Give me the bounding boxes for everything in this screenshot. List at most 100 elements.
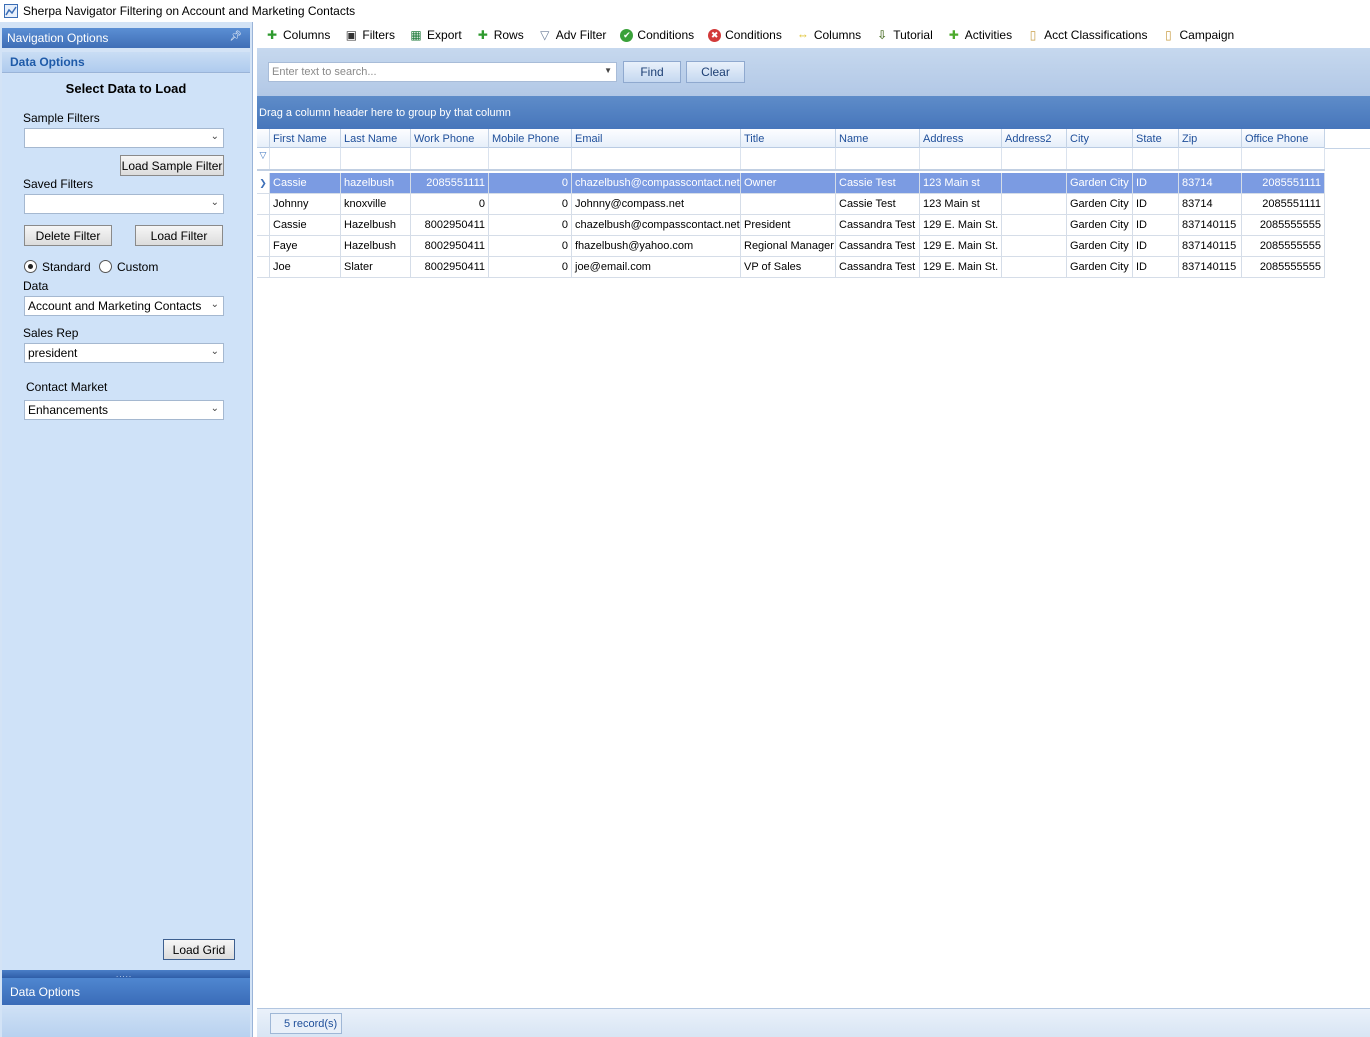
table-cell[interactable]: President <box>741 215 836 235</box>
filter-cell[interactable] <box>1242 148 1325 169</box>
column-header-email[interactable]: Email <box>572 129 741 148</box>
data-options-section-header[interactable]: Data Options <box>2 52 250 73</box>
sales-rep-dropdown[interactable]: president ⌄ <box>24 343 224 363</box>
data-dropdown[interactable]: Account and Marketing Contacts ⌄ <box>24 296 224 316</box>
table-row[interactable]: Faye Hazelbush 8002950411 0 fhazelbush@yahoo… <box>257 236 1325 257</box>
table-cell[interactable]: 2085551111 <box>1242 194 1325 214</box>
table-row[interactable]: Joe Slater 8002950411 0 joe@email.com VP of S… <box>257 257 1325 278</box>
table-cell[interactable]: Faye <box>270 236 341 256</box>
table-cell[interactable]: 83714 <box>1179 173 1242 193</box>
column-header-office-phone[interactable]: Office Phone <box>1242 129 1325 148</box>
table-cell[interactable]: Cassie Test <box>836 194 920 214</box>
table-cell[interactable]: Cassandra Test <box>836 236 920 256</box>
table-cell[interactable] <box>1002 215 1067 235</box>
saved-filters-dropdown[interactable]: ⌄ <box>24 194 224 214</box>
toolbar-activities-button[interactable]: ✚ Activities <box>939 24 1018 46</box>
table-cell[interactable]: chazelbush@compasscontact.net <box>572 215 741 235</box>
pin-icon[interactable]: 📌︎ <box>229 31 242 42</box>
column-header-zip[interactable]: Zip <box>1179 129 1242 148</box>
filter-cell[interactable] <box>1002 148 1067 169</box>
table-cell[interactable]: 129 E. Main St. <box>920 257 1002 277</box>
toolbar-tutorial-button[interactable]: ⇩ Tutorial <box>867 24 939 46</box>
load-grid-button[interactable]: Load Grid <box>163 939 235 960</box>
toolbar-acct-classifications-button[interactable]: ▯ Acct Classifications <box>1018 24 1153 46</box>
table-cell[interactable]: 8002950411 <box>411 257 489 277</box>
sample-filters-dropdown[interactable]: ⌄ <box>24 128 224 148</box>
table-cell[interactable]: 123 Main st <box>920 173 1002 193</box>
table-cell[interactable]: ID <box>1133 257 1179 277</box>
table-cell[interactable]: Joe <box>270 257 341 277</box>
table-cell[interactable]: 0 <box>489 257 572 277</box>
table-cell[interactable]: 8002950411 <box>411 215 489 235</box>
table-cell[interactable]: Regional Manager <box>741 236 836 256</box>
filter-cell[interactable] <box>1179 148 1242 169</box>
table-cell[interactable]: Hazelbush <box>341 236 411 256</box>
current-row-indicator-icon[interactable]: ❯ <box>257 173 270 193</box>
table-cell[interactable]: 2085555555 <box>1242 236 1325 256</box>
table-cell[interactable]: Garden City <box>1067 215 1133 235</box>
table-cell[interactable]: Garden City <box>1067 236 1133 256</box>
table-cell[interactable]: Cassie Test <box>836 173 920 193</box>
table-cell[interactable]: 0 <box>489 194 572 214</box>
row-indicator[interactable] <box>257 236 270 256</box>
table-cell[interactable]: Cassandra Test <box>836 215 920 235</box>
column-header-state[interactable]: State <box>1133 129 1179 148</box>
table-cell[interactable] <box>1002 257 1067 277</box>
filter-cell[interactable] <box>1133 148 1179 169</box>
table-cell[interactable]: Johnny@compass.net <box>572 194 741 214</box>
table-cell[interactable]: 129 E. Main St. <box>920 215 1002 235</box>
toolbar-campaign-button[interactable]: ▯ Campaign <box>1153 24 1240 46</box>
table-cell[interactable]: 2085551111 <box>1242 173 1325 193</box>
table-cell[interactable]: Garden City <box>1067 173 1133 193</box>
column-header-mobile-phone[interactable]: Mobile Phone <box>489 129 572 148</box>
table-cell[interactable] <box>1002 173 1067 193</box>
table-cell[interactable]: Cassandra Test <box>836 257 920 277</box>
column-header-title[interactable]: Title <box>741 129 836 148</box>
table-cell[interactable]: 0 <box>489 173 572 193</box>
toolbar-conditions-button[interactable]: ✔ Conditions <box>612 24 700 46</box>
table-cell[interactable]: Hazelbush <box>341 215 411 235</box>
table-cell[interactable]: 129 E. Main St. <box>920 236 1002 256</box>
row-indicator[interactable] <box>257 194 270 214</box>
data-options-tab[interactable]: Data Options <box>2 978 250 1005</box>
panel-splitter[interactable]: ..... <box>2 970 250 979</box>
filter-cell[interactable] <box>920 148 1002 169</box>
table-cell[interactable]: ID <box>1133 215 1179 235</box>
filter-cell[interactable] <box>741 148 836 169</box>
standard-radio[interactable] <box>24 260 37 273</box>
filter-funnel-icon[interactable]: ▽ <box>257 148 270 169</box>
filter-cell[interactable] <box>1067 148 1133 169</box>
row-indicator[interactable] <box>257 257 270 277</box>
table-cell[interactable]: VP of Sales <box>741 257 836 277</box>
filter-cell[interactable] <box>341 148 411 169</box>
custom-radio[interactable] <box>99 260 112 273</box>
toolbar-columns-button[interactable]: ✚ Columns <box>257 24 336 46</box>
table-cell[interactable] <box>741 194 836 214</box>
table-row[interactable]: Johnny knoxville 0 0 Johnny@compass.net Cassi… <box>257 194 1325 215</box>
load-filter-button[interactable]: Load Filter <box>135 225 223 246</box>
filter-cell[interactable] <box>270 148 341 169</box>
chevron-down-icon[interactable]: ▼ <box>604 66 612 75</box>
toolbar-columns-button[interactable]: ⇔ Columns <box>788 24 867 46</box>
find-button[interactable]: Find <box>623 61 681 83</box>
toolbar-conditions-button[interactable]: ✖ Conditions <box>700 24 788 46</box>
table-cell[interactable]: Owner <box>741 173 836 193</box>
table-cell[interactable]: Johnny <box>270 194 341 214</box>
table-cell[interactable]: 2085555555 <box>1242 257 1325 277</box>
table-cell[interactable]: Garden City <box>1067 194 1133 214</box>
row-indicator[interactable] <box>257 215 270 235</box>
column-header-last-name[interactable]: Last Name <box>341 129 411 148</box>
table-cell[interactable]: 837140115 <box>1179 257 1242 277</box>
contact-market-dropdown[interactable]: Enhancements ⌄ <box>24 400 224 420</box>
table-cell[interactable]: fhazelbush@yahoo.com <box>572 236 741 256</box>
table-cell[interactable]: Cassie <box>270 215 341 235</box>
table-cell[interactable]: 2085551111 <box>411 173 489 193</box>
column-header-work-phone[interactable]: Work Phone <box>411 129 489 148</box>
table-cell[interactable]: ID <box>1133 173 1179 193</box>
column-header-name[interactable]: Name <box>836 129 920 148</box>
table-cell[interactable]: Garden City <box>1067 257 1133 277</box>
clear-button[interactable]: Clear <box>686 61 745 83</box>
table-cell[interactable]: 0 <box>411 194 489 214</box>
group-by-panel[interactable]: Drag a column header here to group by th… <box>257 96 1370 129</box>
table-cell[interactable]: ID <box>1133 194 1179 214</box>
